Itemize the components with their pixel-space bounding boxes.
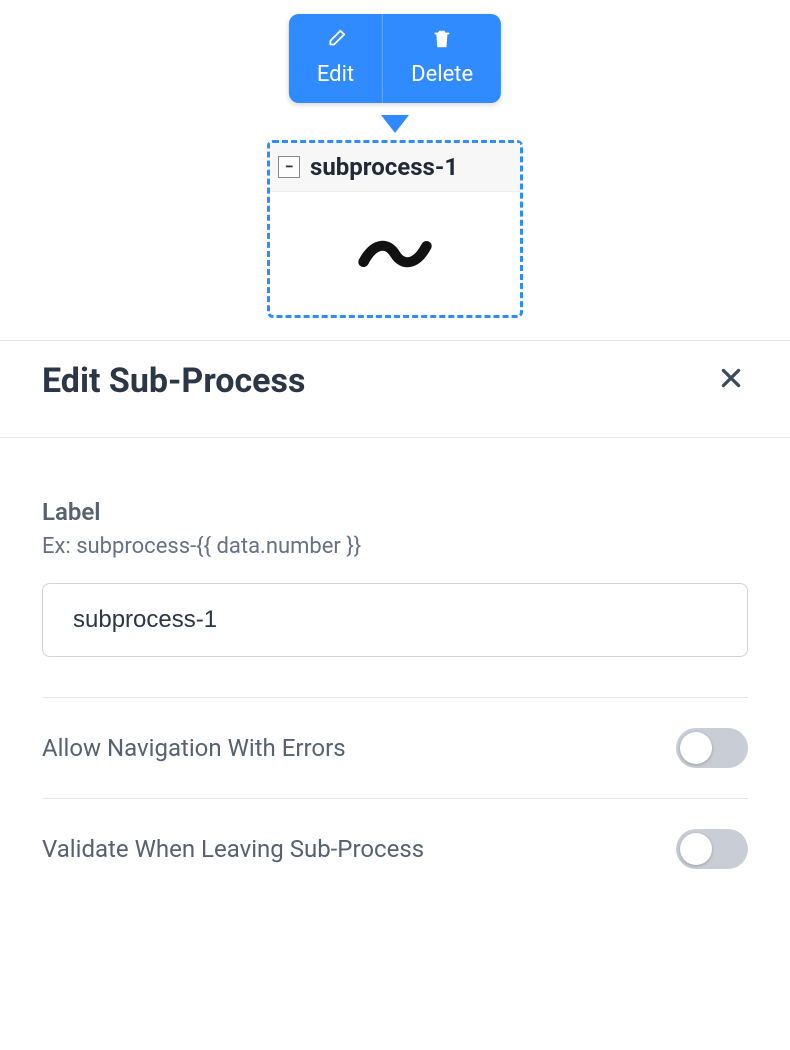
label-input[interactable] xyxy=(42,583,748,657)
toggle-knob-icon xyxy=(680,833,712,865)
node-action-tooltip: Edit Delete xyxy=(289,14,501,103)
node-body xyxy=(270,192,520,312)
validate-label: Validate When Leaving Sub-Process xyxy=(42,835,424,863)
validate-toggle[interactable] xyxy=(676,829,748,869)
edit-button[interactable]: Edit xyxy=(289,14,382,103)
toggle-knob-icon xyxy=(680,732,712,764)
label-field-hint: Ex: subprocess-{{ data.number }} xyxy=(42,534,748,559)
node-title: subprocess-1 xyxy=(310,153,458,181)
allow-navigation-row: Allow Navigation With Errors xyxy=(0,698,790,798)
allow-navigation-toggle[interactable] xyxy=(676,728,748,768)
tooltip-arrow-icon xyxy=(381,115,409,133)
panel-header: Edit Sub-Process xyxy=(0,341,790,438)
subprocess-glyph-icon xyxy=(358,215,432,290)
close-icon xyxy=(718,364,744,399)
close-button[interactable] xyxy=(714,361,748,401)
trash-icon xyxy=(431,28,453,56)
validate-row: Validate When Leaving Sub-Process xyxy=(0,799,790,899)
panel-title: Edit Sub-Process xyxy=(42,361,305,401)
panel-body: Label Ex: subprocess-{{ data.number }} xyxy=(0,438,790,677)
subprocess-node[interactable]: − subprocess-1 xyxy=(267,140,523,318)
label-field-heading: Label xyxy=(42,498,748,526)
pencil-icon xyxy=(325,28,347,56)
node-header: − subprocess-1 xyxy=(270,143,520,192)
allow-navigation-label: Allow Navigation With Errors xyxy=(42,734,346,762)
collapse-toggle[interactable]: − xyxy=(278,156,300,178)
edit-panel: Edit Sub-Process Label Ex: subprocess-{{… xyxy=(0,340,790,899)
delete-button[interactable]: Delete xyxy=(382,14,501,103)
canvas-area: Edit Delete − subprocess-1 xyxy=(0,0,790,340)
edit-button-label: Edit xyxy=(317,62,354,87)
delete-button-label: Delete xyxy=(411,62,473,87)
